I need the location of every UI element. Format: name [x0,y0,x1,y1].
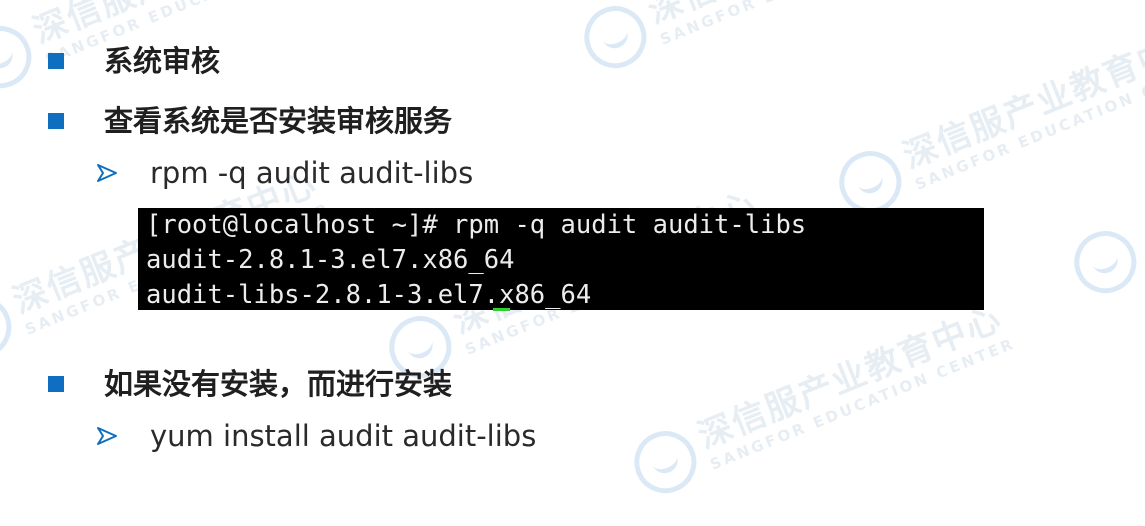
bullet-square-icon [48,376,64,392]
sangfor-logo-icon [0,16,41,98]
bullet-item-1: 系统审核 [48,43,220,79]
watermark-brand-en: SANGFOR EDUCATION CENTER [912,54,1145,194]
terminal-line: [root@localhost ~]# rpm -q audit audit-l… [146,210,807,240]
rpm-query-command: rpm -q audit audit-libs [150,156,474,190]
sangfor-logo-icon [625,421,706,503]
watermark-6: 深信服产业教育中心 SANGFOR EDUCATION CENTER [625,295,1019,503]
watermark-text: 深信服产业教育中心 SANGFOR EDUCATION CENTER [643,0,968,49]
sub-item-rpm-query: rpm -q audit audit-libs [96,155,473,191]
terminal-line: audit-libs-2.8.1-3.el7.x86_64 [146,280,592,310]
heading-check-audit-service: 查看系统是否安装审核服务 [104,104,453,138]
sub-item-yum-install: yum install audit audit-libs [96,418,536,454]
watermark-2: 深信服产业教育中心 SANGFOR EDUCATION CENTER [575,0,969,78]
bullet-item-2: 查看系统是否安装审核服务 [48,103,452,139]
watermark-brand-en: SANGFOR EDUCATION CENTER [657,0,967,49]
watermark-7 [1065,218,1145,303]
watermark-brand-cn: 深信服产业教育中心 [897,18,1145,177]
arrow-bullet-icon [97,427,117,445]
heading-install-if-missing: 如果没有安装，而进行安装 [104,367,453,401]
watermark-brand-cn: 深信服产业教育中心 [643,0,962,32]
yum-install-command: yum install audit audit-libs [150,419,537,453]
arrow-bullet-icon [97,164,117,182]
sangfor-logo-icon [0,286,21,368]
watermark-text: 深信服产业教育中心 SANGFOR EDUCATION CENTER [897,17,1145,194]
bullet-square-icon [48,113,64,129]
watermark-brand-en: SANGFOR EDUCATION CENTER [707,334,1018,474]
terminal-output: [root@localhost ~]# rpm -q audit audit-l… [138,208,984,310]
terminal-cursor [493,308,510,311]
bullet-item-3: 如果没有安装，而进行安装 [48,366,452,402]
watermark-brand-cn: 深信服产业教育中心 [692,298,1008,457]
bullet-square-icon [48,53,64,69]
terminal-line: audit-2.8.1-3.el7.x86_64 [146,245,515,275]
sangfor-logo-icon [575,0,656,78]
heading-system-audit: 系统审核 [104,44,221,78]
watermark-3: 深信服产业教育中心 SANGFOR EDUCATION CENTER [830,15,1145,223]
watermark-text: 深信服产业教育中心 SANGFOR EDUCATION CENTER [692,297,1018,474]
sangfor-logo-icon [1065,221,1145,303]
